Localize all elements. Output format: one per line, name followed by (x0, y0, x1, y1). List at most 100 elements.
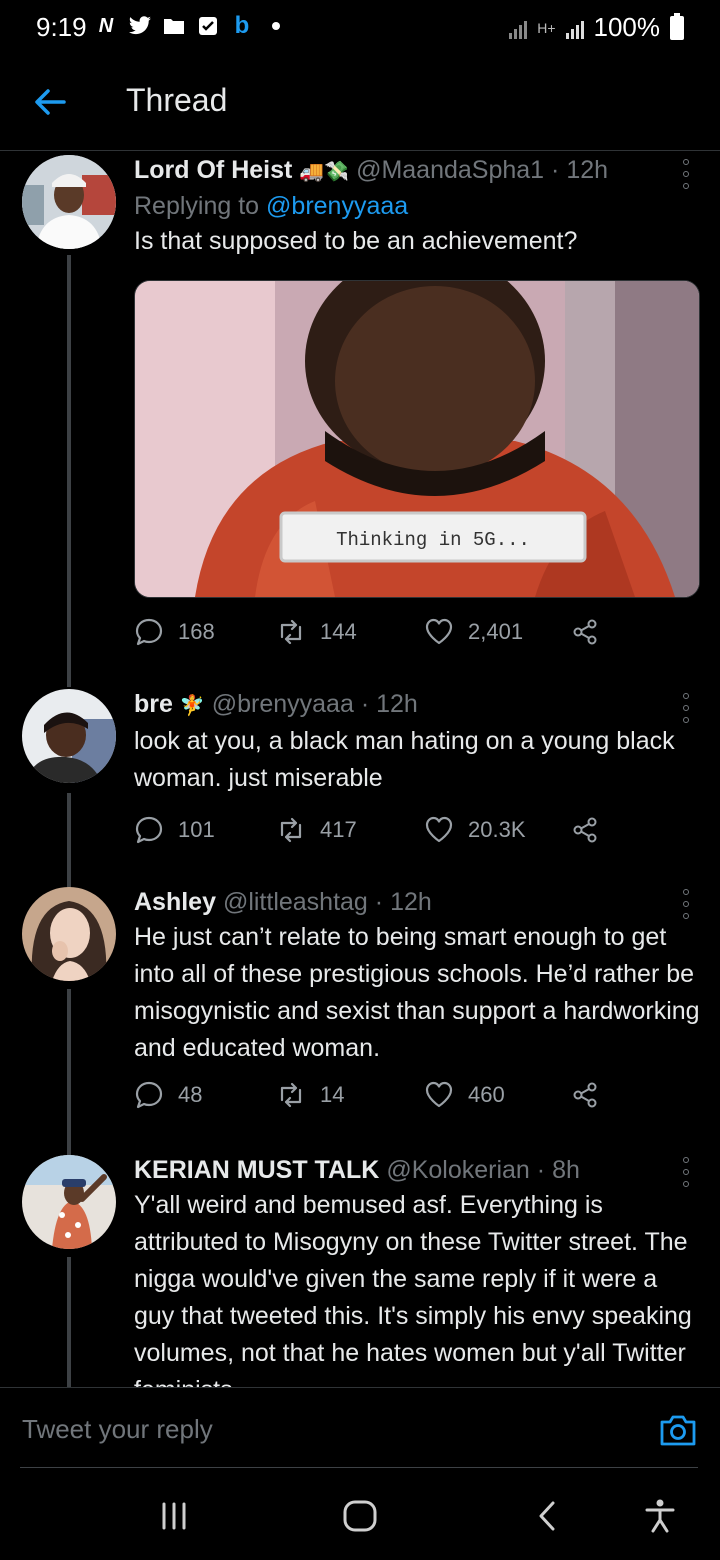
tweet-actions: 168 144 2,401 (134, 617, 694, 657)
recent-apps-icon (162, 1502, 186, 1530)
reply-icon (135, 618, 163, 646)
b-app-icon: b (234, 12, 250, 39)
system-nav-bar (0, 1468, 720, 1560)
replying-to: Replying to @brenyyaaa (134, 192, 409, 220)
home-icon (343, 1500, 377, 1532)
reply-button[interactable]: 101 (134, 815, 215, 845)
folder-icon (162, 14, 186, 38)
dot-icon (264, 14, 288, 38)
reply-button[interactable]: 168 (134, 617, 215, 647)
back-button[interactable] (526, 1494, 570, 1538)
reply-count: 48 (178, 1082, 203, 1107)
like-count: 460 (468, 1082, 505, 1107)
tweet-meta: Lord Of Heist 🚚💸 @MaandaSpha1 · 12h (134, 156, 609, 184)
checkbox-icon (196, 14, 220, 38)
tweet-text: He just can’t relate to being smart enou… (134, 923, 700, 1062)
thread-header: Thread (0, 56, 720, 151)
heart-icon (425, 1081, 453, 1108)
avatar[interactable] (22, 1155, 116, 1249)
share-button[interactable] (570, 1080, 600, 1110)
timestamp: 8h (552, 1156, 580, 1184)
thread-connector (67, 793, 71, 889)
status-time: 9:19 (36, 12, 87, 42)
timestamp: 12h (566, 156, 609, 184)
reply-button[interactable]: 48 (134, 1080, 202, 1110)
retweet-button[interactable]: 14 (276, 1080, 344, 1110)
retweet-button[interactable]: 417 (276, 815, 357, 845)
home-button[interactable] (338, 1494, 382, 1538)
tweet-body: Lord Of Heist 🚚💸 @MaandaSpha1 · 12h Repl… (134, 153, 694, 260)
battery-percent: 100% (593, 12, 661, 42)
display-name[interactable]: bre (134, 690, 173, 718)
display-name[interactable]: Ashley (134, 888, 216, 916)
tweet-meta: Ashley @littleashtag · 12h (134, 888, 432, 916)
handle[interactable]: @brenyyaaa (212, 690, 354, 718)
status-right: H+ 100% (509, 12, 684, 43)
signal-icon (509, 17, 528, 39)
reply-count: 101 (178, 817, 215, 842)
mention-link[interactable]: @brenyyaaa (266, 192, 408, 220)
like-button[interactable]: 2,401 (424, 617, 523, 647)
handle[interactable]: @Kolokerian (386, 1156, 530, 1184)
twitter-icon (128, 14, 152, 38)
tweet-meta: KERIAN MUST TALK @Kolokerian · 8h (134, 1156, 580, 1184)
handle[interactable]: @MaandaSpha1 (356, 156, 544, 184)
signal-icon-2 (565, 17, 584, 39)
like-count: 20.3K (468, 817, 526, 842)
tweet-text: Is that supposed to be an achievement? (134, 227, 578, 255)
reply-count: 168 (178, 619, 215, 644)
retweet-button[interactable]: 144 (276, 617, 357, 647)
retweet-count: 14 (320, 1082, 345, 1107)
retweet-count: 417 (320, 817, 357, 842)
timestamp: 12h (390, 888, 432, 916)
back-arrow-icon[interactable] (32, 84, 68, 120)
tweet-text: Y'all weird and bemused asf. Everything … (134, 1191, 692, 1387)
handle[interactable]: @littleashtag (223, 888, 368, 916)
tweet-body: bre 🧚 @brenyyaaa · 12h look at you, a bl… (134, 687, 694, 797)
heart-icon (425, 618, 453, 645)
compose-bar (0, 1387, 720, 1468)
share-button[interactable] (570, 617, 600, 647)
reply-icon (135, 816, 163, 844)
tweet-item[interactable]: KERIAN MUST TALK @Kolokerian · 8h Y'all … (0, 1153, 720, 1387)
page-title: Thread (126, 82, 228, 118)
name-emoji: 🚚💸 (299, 161, 350, 183)
avatar[interactable] (22, 155, 116, 249)
reply-input[interactable] (20, 1404, 644, 1454)
name-emoji: 🧚 (179, 695, 205, 717)
display-name[interactable]: Lord Of Heist (134, 156, 292, 184)
like-button[interactable]: 460 (424, 1080, 505, 1110)
tweet-actions: 48 14 460 (134, 1080, 694, 1120)
thread-connector (67, 989, 71, 1155)
status-bar: 9:19 N b H+ 100% (0, 0, 720, 56)
accessibility-icon (645, 1499, 675, 1533)
battery-icon (670, 12, 684, 40)
share-icon (573, 619, 597, 645)
retweet-icon (280, 817, 302, 843)
tweet-actions: 101 417 20.3K (134, 815, 694, 855)
avatar[interactable] (22, 689, 116, 783)
tweet-media-image[interactable]: Thinking in 5G... (134, 280, 700, 598)
reply-icon (135, 1081, 163, 1109)
thread-list[interactable]: Lord Of Heist 🚚💸 @MaandaSpha1 · 12h Repl… (0, 151, 720, 1387)
accessibility-button[interactable] (638, 1494, 682, 1538)
notification-icons: N b (94, 12, 288, 39)
tweet-body: KERIAN MUST TALK @Kolokerian · 8h Y'all … (134, 1153, 700, 1387)
display-name[interactable]: KERIAN MUST TALK (134, 1156, 379, 1184)
media-caption: Thinking in 5G... (336, 529, 530, 551)
recent-apps-button[interactable] (152, 1494, 196, 1538)
share-icon (573, 817, 597, 843)
like-button[interactable]: 20.3K (424, 815, 526, 845)
like-count: 2,401 (468, 619, 524, 644)
retweet-icon (280, 1082, 302, 1108)
tweet-item[interactable]: bre 🧚 @brenyyaaa · 12h look at you, a bl… (0, 687, 720, 889)
retweet-icon (280, 619, 302, 645)
share-button[interactable] (570, 815, 600, 845)
share-icon (573, 1082, 597, 1108)
heart-icon (425, 816, 453, 843)
avatar[interactable] (22, 887, 116, 981)
tweet-text: look at you, a black man hating on a you… (134, 727, 675, 792)
camera-icon[interactable] (658, 1410, 698, 1450)
tweet-item[interactable]: Lord Of Heist 🚚💸 @MaandaSpha1 · 12h Repl… (0, 151, 720, 687)
timestamp: 12h (376, 690, 418, 718)
